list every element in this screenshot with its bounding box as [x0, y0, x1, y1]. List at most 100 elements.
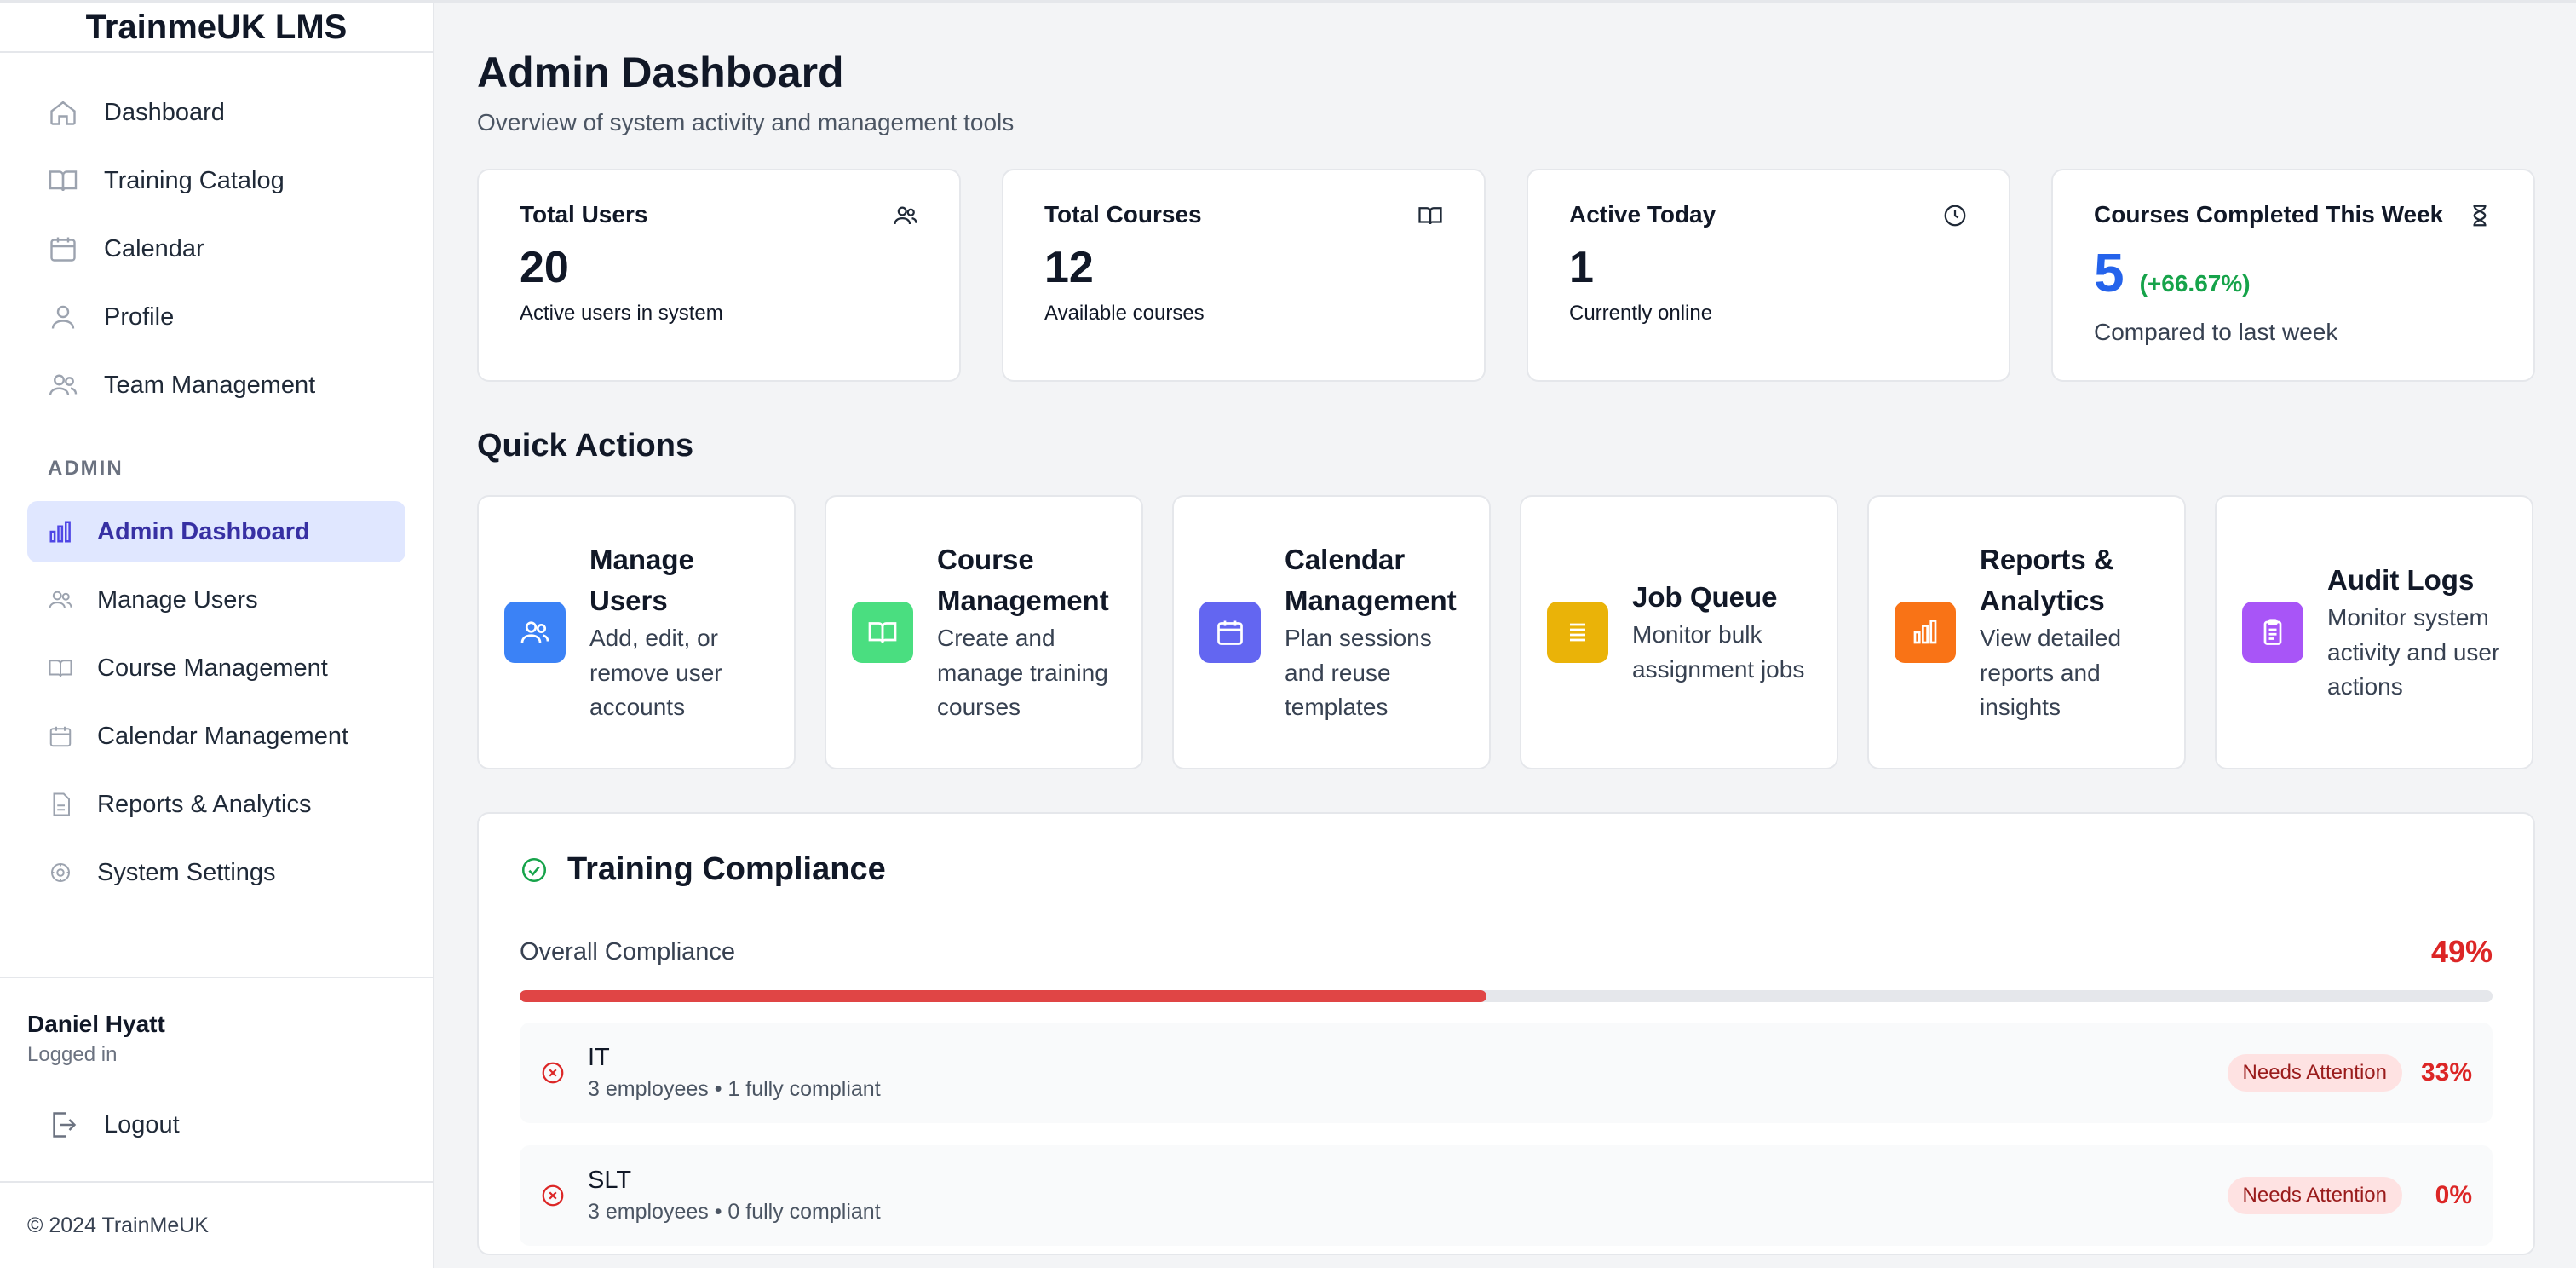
stat-title: Courses Completed This Week	[2094, 201, 2444, 228]
department-name: IT	[588, 1044, 610, 1071]
action-title: Audit Logs	[2327, 564, 2475, 597]
training-compliance-panel: Training Compliance Overall Compliance 4…	[477, 812, 2535, 1255]
action-card-manage-users[interactable]: Manage Users Add, edit, or remove user a…	[477, 495, 796, 769]
list-icon	[1547, 602, 1608, 663]
x-circle-icon	[540, 1183, 566, 1208]
status-badge: Needs Attention	[2227, 1177, 2402, 1214]
action-text: Audit Logs Monitor system activity and u…	[2327, 560, 2506, 705]
sidebar-item-calendar-management[interactable]: Calendar Management	[27, 706, 405, 767]
stat-card-total-courses: Total Courses 12 Available courses	[1002, 169, 1486, 382]
logout-icon	[48, 1110, 78, 1140]
action-text: Reports & Analytics View detailed report…	[1980, 539, 2159, 724]
action-desc: Create and manage training courses	[937, 624, 1108, 721]
sidebar-item-label: Profile	[104, 303, 175, 331]
action-desc: Monitor system activity and user actions	[2327, 604, 2500, 700]
stat-desc: Active users in system	[520, 302, 723, 325]
sidebar-item-system-settings[interactable]: System Settings	[27, 842, 405, 903]
stat-value: 1	[1569, 243, 1594, 292]
stat-desc: Compared to last week	[2094, 319, 2338, 345]
bar-chart-icon	[48, 519, 73, 545]
calendar-icon	[1199, 602, 1261, 663]
page-title: Admin Dashboard	[477, 49, 844, 96]
sidebar-item-label: Admin Dashboard	[97, 517, 310, 545]
x-circle-icon	[540, 1060, 566, 1086]
department-info: SLT 3 employees • 0 fully compliant	[588, 1167, 2228, 1225]
calendar-icon	[48, 233, 78, 264]
sidebar-item-label: Calendar	[104, 234, 204, 262]
action-desc: Monitor bulk assignment jobs	[1632, 621, 1805, 683]
department-meta: 3 employees • 0 fully compliant	[588, 1200, 881, 1224]
sidebar-item-manage-users[interactable]: Manage Users	[27, 569, 405, 631]
overall-compliance-label: Overall Compliance	[520, 937, 736, 965]
admin-section-label: ADMIN	[48, 457, 124, 480]
action-card-reports-analytics[interactable]: Reports & Analytics View detailed report…	[1867, 495, 2186, 769]
department-meta: 3 employees • 1 fully compliant	[588, 1077, 881, 1101]
action-title: Manage Users	[589, 544, 694, 617]
action-card-calendar-management[interactable]: Calendar Management Plan sessions and re…	[1172, 495, 1491, 769]
sidebar-item-label: Training Catalog	[104, 166, 285, 194]
sidebar-item-course-management[interactable]: Course Management	[27, 637, 405, 699]
compliance-title: Training Compliance	[567, 851, 886, 887]
department-pct: 0%	[2435, 1181, 2472, 1209]
action-title: Job Queue	[1632, 581, 1778, 614]
action-card-job-queue[interactable]: Job Queue Monitor bulk assignment jobs	[1520, 495, 1838, 769]
logout-label: Logout	[104, 1110, 180, 1138]
sidebar-item-team-management[interactable]: Team Management	[0, 351, 433, 419]
users-icon	[48, 370, 78, 401]
department-row-slt[interactable]: SLT 3 employees • 0 fully compliant Need…	[520, 1145, 2493, 1246]
sidebar-item-label: Calendar Management	[97, 722, 349, 750]
book-icon	[48, 165, 78, 196]
department-row-it[interactable]: IT 3 employees • 1 fully compliant Needs…	[520, 1023, 2493, 1123]
stat-card-total-users: Total Users 20 Active users in system	[477, 169, 961, 382]
department-pct: 33%	[2420, 1058, 2472, 1086]
settings-icon	[48, 860, 73, 885]
sidebar-item-reports-analytics[interactable]: Reports & Analytics	[27, 774, 405, 835]
sidebar: TrainmeUK LMS Dashboard Training Catalog…	[0, 3, 434, 1268]
check-circle-icon	[520, 856, 549, 885]
book-icon	[852, 602, 913, 663]
sidebar-item-label: System Settings	[97, 858, 276, 886]
sidebar-item-label: Team Management	[104, 371, 316, 399]
app-title: TrainmeUK LMS	[0, 3, 433, 53]
sidebar-item-calendar[interactable]: Calendar	[0, 215, 433, 283]
sidebar-item-label: Reports & Analytics	[97, 790, 312, 818]
action-text: Job Queue Monitor bulk assignment jobs	[1632, 577, 1811, 687]
user-block: Daniel Hyatt Logged in Logout	[0, 977, 433, 1150]
stat-value: 12	[1044, 243, 1094, 292]
action-desc: View detailed reports and insights	[1980, 624, 2122, 721]
overall-compliance-progress	[520, 990, 2493, 1002]
action-card-audit-logs[interactable]: Audit Logs Monitor system activity and u…	[2215, 495, 2533, 769]
action-card-course-management[interactable]: Course Management Create and manage trai…	[825, 495, 1143, 769]
users-icon	[504, 602, 566, 663]
page-subtitle: Overview of system activity and manageme…	[477, 109, 1015, 135]
stat-desc: Available courses	[1044, 302, 1205, 325]
book-icon	[1417, 203, 1443, 228]
stat-title: Total Users	[520, 201, 648, 228]
action-title: Reports & Analytics	[1980, 544, 2114, 617]
status-badge: Needs Attention	[2227, 1054, 2402, 1092]
overall-compliance-pct: 49%	[2430, 934, 2493, 969]
sidebar-item-dashboard[interactable]: Dashboard	[0, 78, 433, 147]
stat-value-row: 5 (+66.67%)	[2094, 245, 2493, 300]
stat-desc: Currently online	[1569, 302, 1713, 325]
department-name: SLT	[588, 1167, 632, 1194]
action-text: Calendar Management Plan sessions and re…	[1285, 539, 1463, 724]
action-title: Course Management	[937, 544, 1109, 617]
sidebar-item-label: Dashboard	[104, 98, 225, 126]
sidebar-item-training-catalog[interactable]: Training Catalog	[0, 147, 433, 215]
sidebar-item-label: Course Management	[97, 654, 328, 682]
sidebar-item-profile[interactable]: Profile	[0, 283, 433, 351]
main-nav: Dashboard Training Catalog Calendar Prof…	[0, 53, 433, 419]
file-icon	[48, 792, 73, 817]
action-text: Course Management Create and manage trai…	[937, 539, 1116, 724]
action-desc: Plan sessions and reuse templates	[1285, 624, 1432, 721]
logout-button[interactable]: Logout	[27, 1099, 433, 1150]
main-content: Admin Dashboard Overview of system activ…	[477, 3, 2535, 1255]
department-info: IT 3 employees • 1 fully compliant	[588, 1044, 2228, 1102]
sidebar-item-admin-dashboard[interactable]: Admin Dashboard	[27, 501, 405, 562]
bar-chart-icon	[1895, 602, 1956, 663]
sidebar-item-label: Manage Users	[97, 585, 258, 614]
quick-actions-title: Quick Actions	[477, 428, 694, 464]
progress-fill	[520, 990, 1486, 1002]
clock-icon	[1942, 203, 1968, 228]
